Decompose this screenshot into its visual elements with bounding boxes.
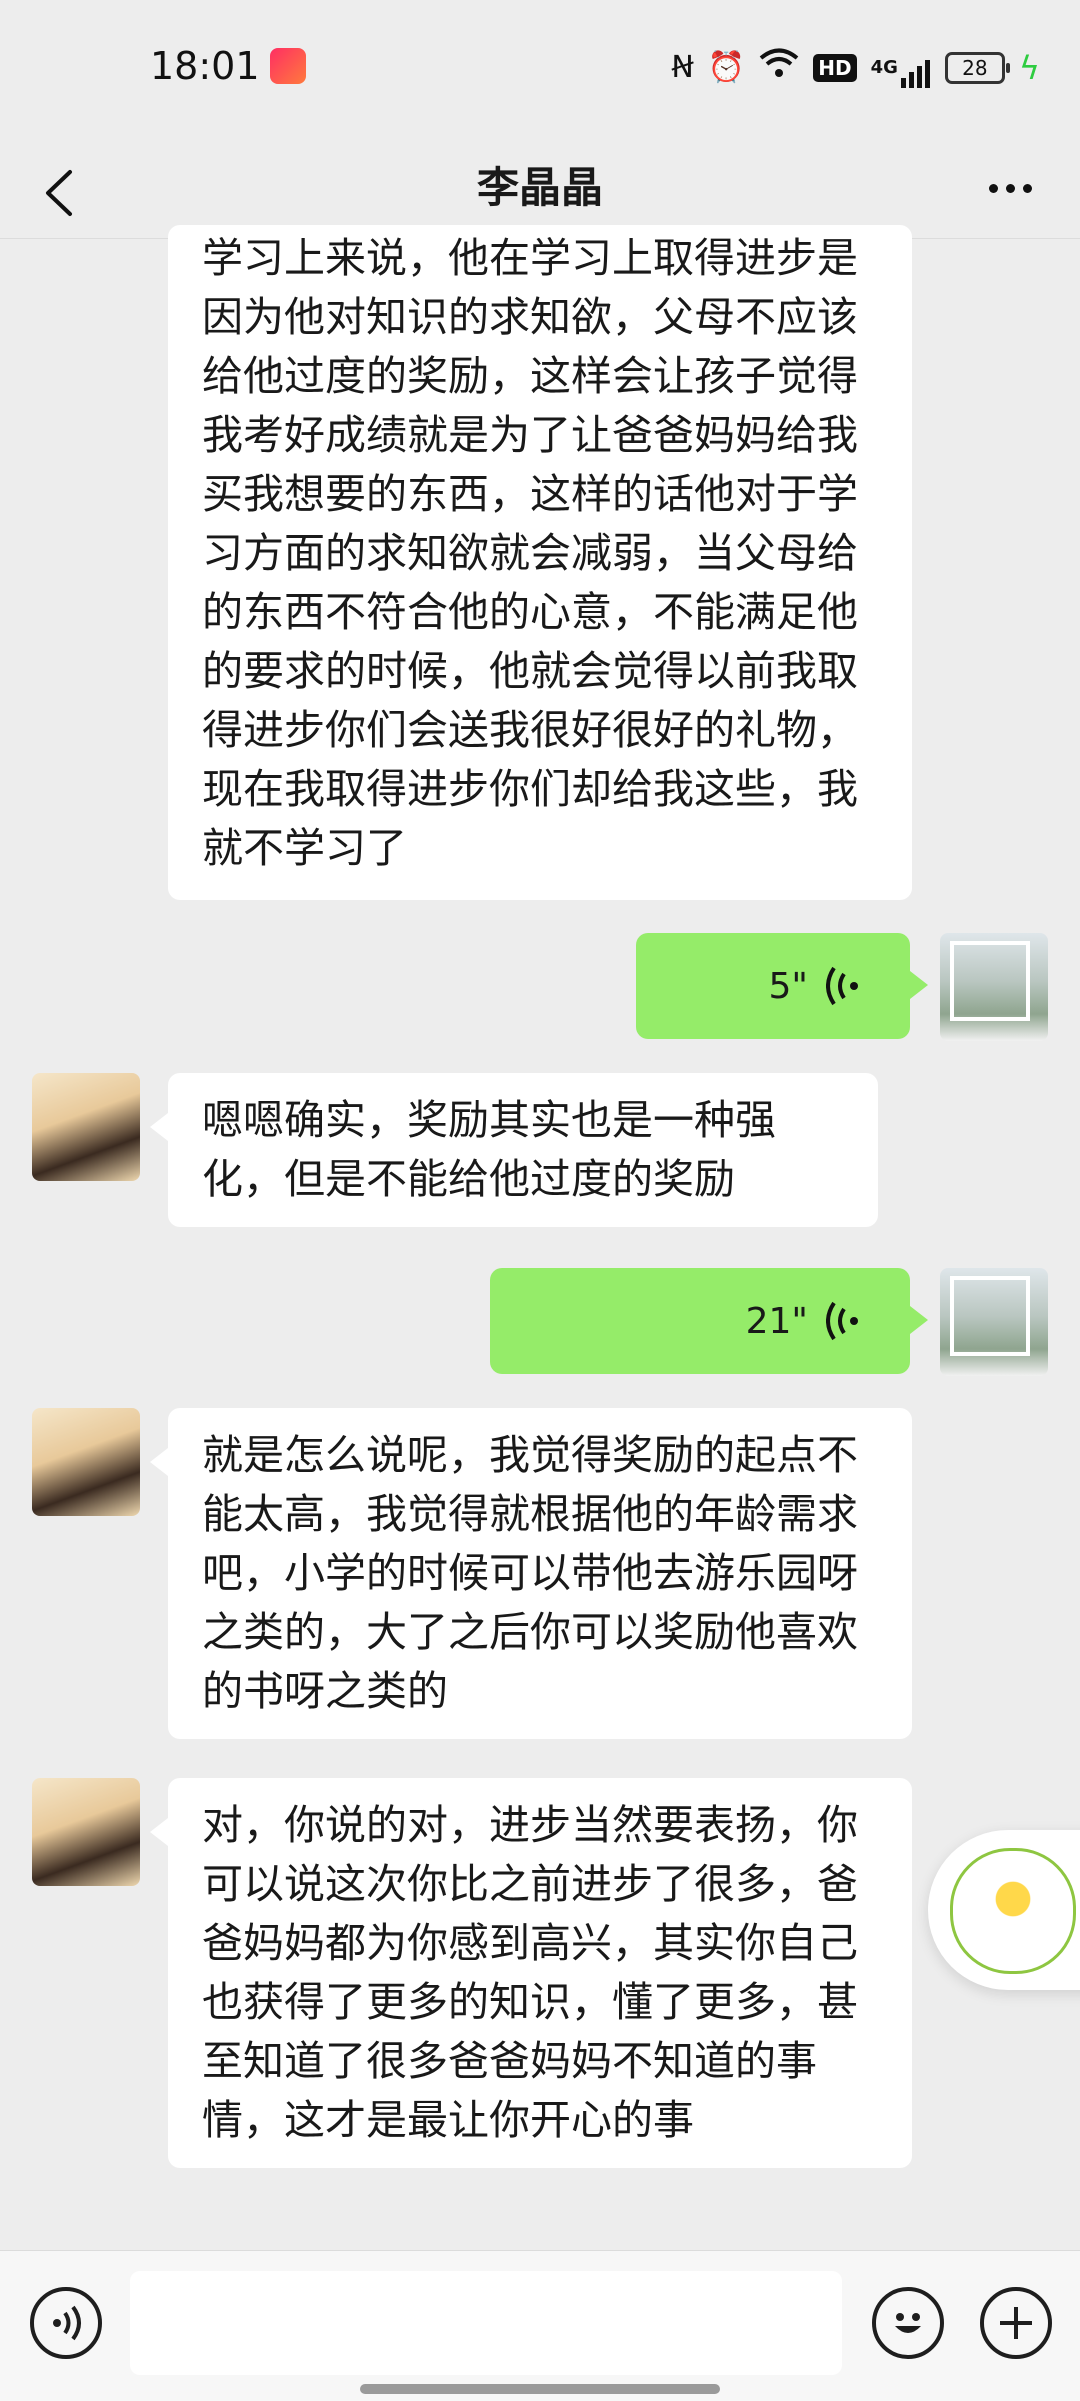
message-bubble-received[interactable]: 就是怎么说呢，我觉得奖励的起点不能太高，我觉得就根据他的年龄需求吧，小学的时候可…	[150, 1408, 912, 1739]
chat-title: 李晶晶	[476, 163, 603, 212]
voice-wave-icon	[826, 966, 858, 1006]
message-text: 嗯嗯确实，奖励其实也是一种强化，但是不能给他过度的奖励	[202, 1096, 776, 1203]
message-bubble-received[interactable]: 学习上来说，他在学习上取得进步是因为他对知识的求知欲，父母不应该给他过度的奖励，…	[168, 225, 912, 900]
voice-wave-icon	[826, 1301, 858, 1341]
more-options-button[interactable]	[970, 158, 1050, 218]
input-bar	[0, 2250, 1080, 2401]
chat-header: 李晶晶	[0, 138, 1080, 239]
battery-icon: 28	[944, 52, 1010, 84]
voice-mode-button[interactable]	[30, 2287, 102, 2359]
nfc-icon: Ꞥ	[671, 50, 694, 85]
alarm-icon: ⏰	[707, 50, 746, 85]
my-avatar[interactable]	[940, 1268, 1048, 1376]
battery-level: 28	[962, 56, 988, 80]
voice-duration: 21"	[745, 1300, 808, 1342]
emoji-button[interactable]	[872, 2287, 944, 2359]
hd-badge: HD	[813, 54, 857, 82]
message-text: 对，你说的对，进步当然要表扬，你可以说这次你比之前进步了很多，爸爸妈妈都为你感到…	[202, 1801, 858, 2144]
contact-avatar[interactable]	[32, 1778, 140, 1886]
voice-message-sent[interactable]: 21"	[490, 1268, 928, 1374]
wifi-icon	[759, 47, 799, 90]
emoji-icon	[895, 2313, 921, 2333]
charging-icon: ϟ	[1018, 49, 1040, 87]
message-text: 学习上来说，他在学习上取得进步是因为他对知识的求知欲，父母不应该给他过度的奖励，…	[202, 234, 858, 872]
voice-message-sent[interactable]: 5"	[636, 933, 928, 1039]
message-text: 就是怎么说呢，我觉得奖励的起点不能太高，我觉得就根据他的年龄需求吧，小学的时候可…	[202, 1431, 858, 1715]
plus-button[interactable]	[980, 2287, 1052, 2359]
status-time: 18:01	[150, 44, 260, 88]
status-icons: Ꞥ ⏰ HD 4G 28 ϟ	[671, 48, 1040, 88]
health-logo-icon	[950, 1848, 1076, 1974]
floating-widget-button[interactable]	[928, 1830, 1080, 1990]
contact-avatar[interactable]	[32, 1408, 140, 1516]
notification-app-icon	[270, 48, 306, 84]
home-indicator[interactable]	[360, 2384, 720, 2394]
my-avatar[interactable]	[940, 933, 1048, 1041]
voice-icon	[53, 2305, 81, 2341]
more-dots-icon	[988, 183, 998, 193]
contact-avatar[interactable]	[32, 1073, 140, 1181]
plus-icon	[1000, 2307, 1032, 2339]
network-type: 4G	[870, 57, 898, 78]
message-bubble-received[interactable]: 对，你说的对，进步当然要表扬，你可以说这次你比之前进步了很多，爸爸妈妈都为你感到…	[150, 1778, 912, 2168]
message-bubble-received[interactable]: 嗯嗯确实，奖励其实也是一种强化，但是不能给他过度的奖励	[150, 1073, 878, 1227]
voice-duration: 5"	[768, 965, 808, 1007]
message-input[interactable]	[130, 2271, 842, 2375]
status-bar: 18:01 Ꞥ ⏰ HD 4G 28 ϟ	[0, 0, 1080, 138]
signal-icon: 4G	[871, 48, 931, 88]
